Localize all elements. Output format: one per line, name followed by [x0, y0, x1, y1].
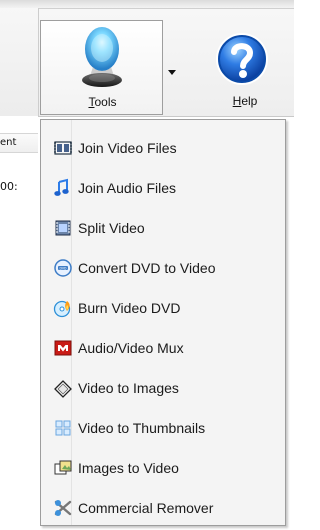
- menu-item-convert-dvd-to-video[interactable]: DVD Convert DVD to Video: [43, 254, 283, 282]
- partial-column-header: ent: [0, 133, 38, 153]
- menu-item-join-video-files[interactable]: Join Video Files: [43, 134, 283, 162]
- join-audio-icon: [54, 178, 69, 196]
- help-button[interactable]: Help: [196, 20, 294, 115]
- tools-icon: [82, 27, 122, 87]
- menu-item-label: Audio/Video Mux: [78, 340, 184, 356]
- help-icon: [216, 33, 268, 85]
- menu-item-label: Join Audio Files: [78, 180, 177, 196]
- menu-item-audio-video-mux[interactable]: Audio/Video Mux: [43, 334, 283, 362]
- split-video-icon: [55, 220, 71, 236]
- menu-item-label: Video to Images: [78, 380, 179, 396]
- join-video-icon: [54, 141, 72, 155]
- tools-label: Tools: [88, 95, 117, 109]
- tools-dropdown-arrow[interactable]: [163, 20, 184, 115]
- menu-item-video-to-thumbnails[interactable]: Video to Thumbnails: [43, 414, 283, 442]
- menu-item-join-audio-files[interactable]: Join Audio Files: [43, 174, 283, 202]
- commercial-remover-icon: [54, 500, 72, 516]
- svg-text:DVD: DVD: [59, 267, 67, 271]
- mux-icon: [54, 340, 72, 356]
- menu-item-label: Images to Video: [78, 460, 179, 476]
- menu-item-burn-video-dvd[interactable]: Burn Video DVD: [43, 294, 283, 322]
- dvd-icon: DVD: [54, 259, 72, 277]
- menu-item-label: Burn Video DVD: [78, 300, 181, 316]
- menu-item-label: Commercial Remover: [78, 500, 214, 516]
- menu-item-label: Split Video: [78, 220, 145, 236]
- menu-item-label: Video to Thumbnails: [78, 420, 206, 436]
- tools-button[interactable]: Tools: [40, 20, 163, 115]
- thumbnails-icon: [55, 420, 71, 436]
- toolbar: Tools Help: [0, 0, 294, 117]
- burn-dvd-icon: [53, 300, 71, 318]
- menu-item-images-to-video[interactable]: Images to Video: [43, 454, 283, 482]
- menu-item-commercial-remover[interactable]: Commercial Remover: [43, 494, 283, 522]
- partial-time-value: 00:: [0, 180, 18, 193]
- help-label: Help: [232, 94, 258, 108]
- menu-item-split-video[interactable]: Split Video: [43, 214, 283, 242]
- menu-item-video-to-images[interactable]: Video to Images: [43, 374, 283, 402]
- tools-dropdown-menu: Join Video Files Join Audio Files Split …: [40, 119, 286, 526]
- images-video-icon: [54, 460, 72, 475]
- left-toolbar-fragment: [0, 8, 39, 116]
- video-images-icon: [54, 380, 72, 398]
- toolbar-top-strip: [0, 0, 294, 9]
- menu-item-label: Convert DVD to Video: [78, 260, 216, 276]
- menu-item-label: Join Video Files: [78, 140, 177, 156]
- chevron-down-icon: [168, 70, 176, 75]
